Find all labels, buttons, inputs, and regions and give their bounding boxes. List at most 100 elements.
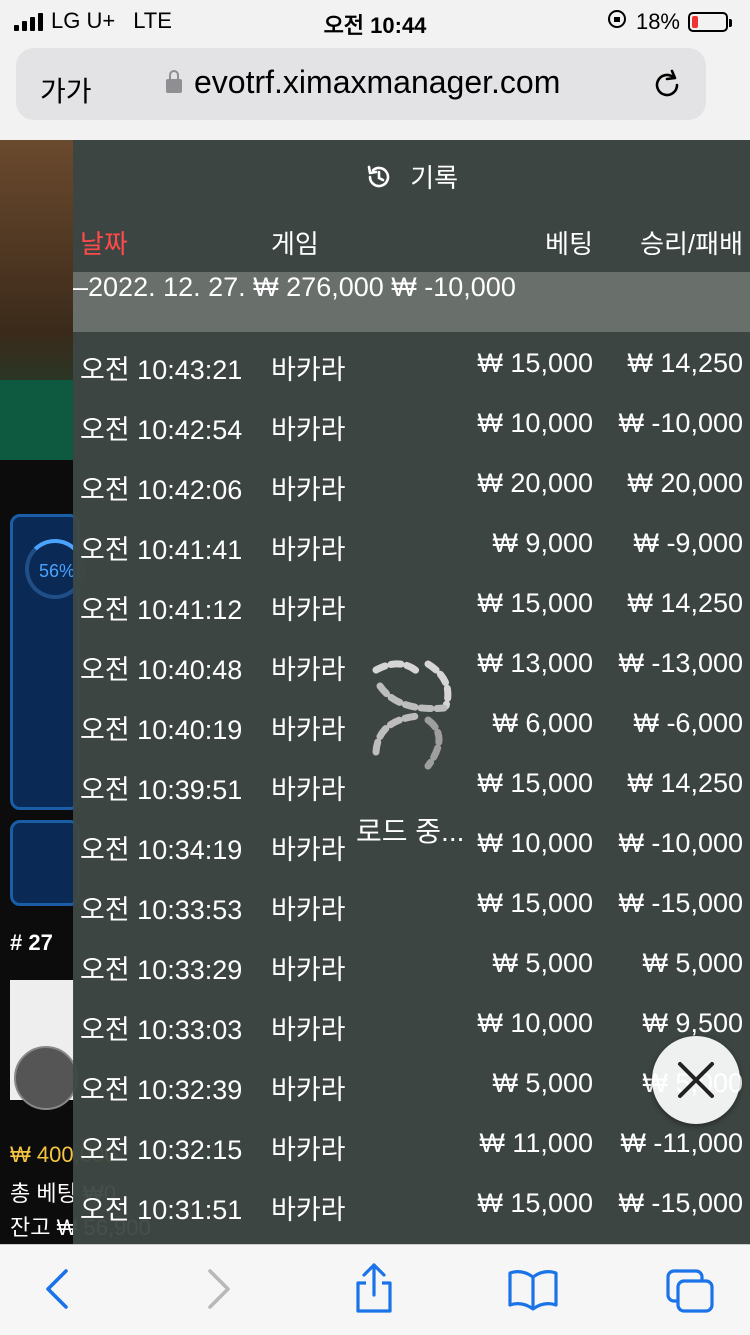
row-bet: ₩ 6,000: [492, 708, 593, 738]
row-game: 바카라: [271, 595, 346, 625]
back-arrow-icon[interactable]: [40, 1267, 76, 1316]
close-button[interactable]: [652, 1036, 740, 1124]
history-row: 오전 10:31:51 바카라 ₩ 15,000 ₩ -15,000: [73, 1176, 750, 1236]
row-game: 바카라: [271, 355, 346, 385]
row-time: 오전 10:41:41: [80, 535, 243, 565]
row-result: ₩ -10,000: [618, 408, 743, 438]
history-row: 오전 10:32:15 바카라 ₩ 11,000 ₩ -11,000: [73, 1116, 750, 1176]
tabs-icon[interactable]: [664, 1267, 716, 1320]
battery-icon: [688, 12, 732, 32]
row-result: ₩ -15,000: [618, 888, 743, 918]
progress-meter: 56%: [10, 514, 85, 810]
row-bet: ₩ 10,000: [477, 828, 593, 858]
url-text: evotrf.ximaxmanager.com: [194, 64, 561, 100]
lock-icon: [166, 69, 182, 93]
history-row: 오전 10:32:39바카라₩ 5,000₩ 5,000: [73, 1056, 750, 1116]
status-right: 18%: [606, 8, 732, 36]
row-result: ₩ -13,000: [618, 648, 743, 678]
progress-label: 56%: [39, 561, 76, 581]
history-row: 오전 10:42:54 바카라 ₩ 10,000 ₩ -10,000: [73, 396, 750, 456]
address-bar[interactable]: 가가 evotrf.ximaxmanager.com: [16, 48, 706, 120]
share-icon[interactable]: [352, 1261, 396, 1320]
row-result: ₩ 14,250: [627, 348, 743, 378]
history-row: 오전 10:33:03 바카라 ₩ 10,000 ₩ 9,500: [73, 996, 750, 1056]
date-group-label: –2022. 12. 27.: [73, 272, 246, 302]
forward-arrow-icon[interactable]: [200, 1267, 236, 1316]
row-time: 오전 10:32:15: [80, 1135, 243, 1165]
row-game: 바카라: [271, 895, 346, 925]
row-game: 바카라: [271, 835, 346, 865]
row-game: 바카라: [271, 415, 346, 445]
row-game: 바카라: [271, 955, 346, 985]
row-bet: ₩ 15,000: [477, 588, 593, 618]
status-bar: LG U+ LTE 오전 10:44 18%: [0, 0, 750, 40]
row-time: 오전 10:31:51: [80, 1195, 243, 1225]
row-bet: ₩ 15,000: [477, 768, 593, 798]
date-group-bet: ₩ 276,000: [253, 272, 384, 302]
row-game: 바카라: [271, 1195, 346, 1225]
row-bet: ₩ 13,000: [477, 648, 593, 678]
dealer-video: [0, 140, 73, 460]
row-game: 바카라: [271, 715, 346, 745]
bookmarks-icon[interactable]: [506, 1267, 560, 1316]
browser-toolbar: [0, 1244, 750, 1335]
row-result: ₩ 14,250: [627, 768, 743, 798]
row-result: ₩ 14,250: [627, 588, 743, 618]
game-side-button[interactable]: [10, 820, 80, 906]
url-display[interactable]: evotrf.ximaxmanager.com: [166, 64, 560, 101]
orientation-lock-icon: [606, 8, 628, 36]
row-time: 오전 10:33:29: [80, 955, 243, 985]
row-result: ₩ -11,000: [620, 1128, 743, 1158]
loading-text: 로드 중...: [356, 816, 465, 847]
row-time: 오전 10:32:39: [80, 1075, 243, 1105]
row-result: ₩ -6,000: [633, 708, 743, 738]
row-bet: ₩ 10,000: [477, 408, 593, 438]
date-group-result: ₩ -10,000: [391, 272, 516, 302]
row-bet: ₩ 15,000: [477, 348, 593, 378]
row-bet: ₩ 15,000: [477, 1188, 593, 1218]
history-panel: 기록 날짜 게임 베팅 승리/패배 –2022. 12. 27. ₩ 276,0…: [73, 140, 750, 1244]
col-bet: 베팅: [545, 229, 593, 259]
row-game: 바카라: [271, 1075, 346, 1105]
loading-spinner-icon: [358, 656, 478, 776]
history-icon: [365, 163, 393, 198]
row-time: 오전 10:33:53: [80, 895, 243, 925]
row-time: 오전 10:41:12: [80, 595, 243, 625]
row-time: 오전 10:40:19: [80, 715, 243, 745]
row-time: 오전 10:42:06: [80, 475, 243, 505]
row-bet: ₩ 10,000: [477, 1008, 593, 1038]
row-bet: ₩ 5,000: [492, 948, 593, 978]
row-bet: ₩ 15,000: [477, 888, 593, 918]
chip-icon[interactable]: [14, 1046, 78, 1110]
history-row: 오전 10:33:53 바카라 ₩ 15,000 ₩ -15,000: [73, 876, 750, 936]
row-bet: ₩ 5,000: [492, 1068, 593, 1098]
row-time: 오전 10:39:51: [80, 775, 243, 805]
row-bet: ₩ 20,000: [477, 468, 593, 498]
row-game: 바카라: [271, 475, 346, 505]
col-result: 승리/패배: [640, 229, 743, 259]
row-result: ₩ 5,000: [642, 948, 743, 978]
row-result: ₩ 9,500: [642, 1008, 743, 1038]
history-row: 오전 10:43:21 바카라 ₩ 15,000 ₩ 14,250: [73, 336, 750, 396]
panel-title-text: 기록: [410, 163, 459, 193]
panel-title: 기록: [73, 158, 750, 198]
col-date: 날짜: [80, 229, 128, 259]
table-header: 날짜 게임 베팅 승리/패배: [73, 224, 750, 262]
row-game: 바카라: [271, 1015, 346, 1045]
row-game: 바카라: [271, 535, 346, 565]
browser-address-area: 가가 evotrf.ximaxmanager.com: [0, 40, 750, 140]
text-size-button[interactable]: 가가: [40, 70, 92, 110]
row-game: 바카라: [271, 1135, 346, 1165]
row-time: 오전 10:40:48: [80, 655, 243, 685]
history-row: 오전 10:42:06 바카라 ₩ 20,000 ₩ 20,000: [73, 456, 750, 516]
reload-icon[interactable]: [650, 68, 684, 107]
col-game: 게임: [271, 229, 319, 259]
battery-percent: 18%: [635, 9, 680, 34]
close-icon: [678, 1062, 714, 1098]
row-result: ₩ -15,000: [618, 1188, 743, 1218]
date-group-row[interactable]: –2022. 12. 27. ₩ 276,000 ₩ -10,000: [73, 272, 750, 332]
history-row: 오전 10:41:12 바카라 ₩ 15,000 ₩ 14,250: [73, 576, 750, 636]
history-row: 오전 10:41:41 바카라 ₩ 9,000 ₩ -9,000: [73, 516, 750, 576]
row-bet: ₩ 11,000: [479, 1128, 593, 1158]
row-result: ₩ -9,000: [633, 528, 743, 558]
